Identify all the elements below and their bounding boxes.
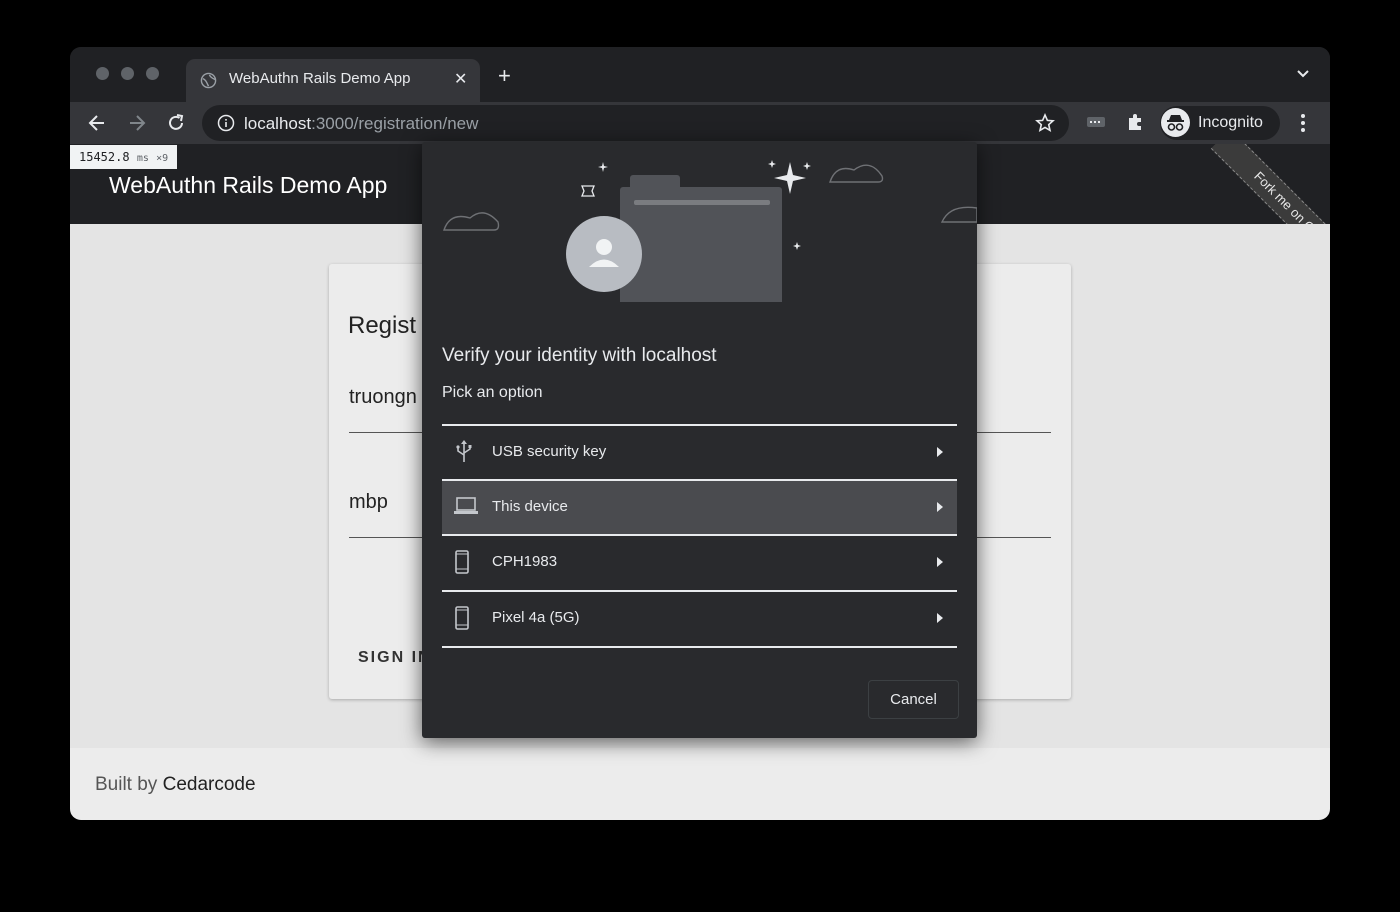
sign-in-link[interactable]: SIGN IN (358, 649, 432, 667)
back-arrow-icon[interactable] (86, 112, 108, 134)
timing-unit: ms (136, 153, 149, 164)
incognito-icon (1161, 108, 1190, 137)
option-divider (442, 646, 957, 648)
cancel-button[interactable]: Cancel (868, 680, 959, 719)
incognito-profile-button[interactable]: Incognito (1160, 106, 1280, 140)
timing-value: 15452.8 (79, 150, 130, 164)
timing-count: ×9 (156, 153, 169, 164)
option-label: USB security key (492, 443, 607, 460)
option-pixel-4a[interactable]: Pixel 4a (5G) (442, 592, 957, 645)
option-usb-security-key[interactable]: USB security key (442, 426, 957, 479)
extensions-puzzle-icon[interactable] (1125, 112, 1145, 132)
option-label: This device (492, 498, 568, 515)
url-host: localhost (244, 114, 312, 133)
arrow-right-icon (937, 502, 943, 512)
url-path: :3000/registration/new (311, 114, 479, 133)
reload-icon[interactable] (165, 112, 187, 134)
arrow-right-icon (937, 613, 943, 623)
nickname-field[interactable]: mbp (349, 491, 388, 514)
username-field[interactable]: truongn (349, 386, 417, 409)
new-tab-button[interactable]: + (498, 65, 511, 87)
globe-icon (200, 72, 217, 89)
timing-overlay: 15452.8 ms ×9 (70, 145, 178, 169)
dialog-title: Verify your identity with localhost (442, 345, 717, 366)
footer-prefix: Built by (95, 774, 163, 795)
phone-icon (455, 606, 469, 630)
arrow-right-icon (937, 557, 943, 567)
option-label: Pixel 4a (5G) (492, 609, 580, 626)
info-icon[interactable] (217, 114, 235, 132)
close-window-button[interactable] (96, 67, 109, 80)
option-label: CPH1983 (492, 553, 558, 570)
zoom-window-button[interactable] (146, 67, 159, 80)
footer-text: Built by Cedarcode (95, 774, 256, 796)
webauthn-dialog: Verify your identity with localhost Pick… (422, 142, 977, 738)
title-bar: WebAuthn Rails Demo App ✕ + (70, 47, 1330, 102)
browser-tab[interactable]: WebAuthn Rails Demo App ✕ (186, 59, 480, 102)
arrow-right-icon (937, 447, 943, 457)
usb-icon (456, 440, 472, 462)
registration-heading: Regist (348, 312, 417, 339)
tab-close-icon[interactable]: ✕ (454, 69, 467, 89)
address-bar[interactable]: localhost:3000/registration/new (202, 105, 1069, 141)
phone-icon (455, 550, 469, 574)
bookmark-star-icon[interactable] (1035, 113, 1055, 133)
option-this-device[interactable]: This device (442, 481, 957, 534)
page-footer: Built by Cedarcode (70, 748, 1330, 820)
security-illustration (443, 160, 977, 302)
tab-search-chevron-icon[interactable] (1296, 69, 1310, 79)
minimize-window-button[interactable] (121, 67, 134, 80)
app-title[interactable]: WebAuthn Rails Demo App (109, 172, 387, 199)
cedarcode-link[interactable]: Cedarcode (163, 774, 256, 795)
option-cph1983[interactable]: CPH1983 (442, 536, 957, 589)
kebab-menu-icon[interactable] (1298, 112, 1308, 134)
browser-toolbar: localhost:3000/registration/new Incognit… (70, 102, 1330, 144)
laptop-icon (454, 497, 478, 514)
forward-arrow-icon[interactable] (126, 112, 148, 134)
incognito-label: Incognito (1198, 114, 1263, 131)
url-text[interactable]: localhost:3000/registration/new (244, 114, 478, 134)
tab-title: WebAuthn Rails Demo App (229, 70, 411, 87)
password-manager-icon[interactable] (1086, 112, 1106, 132)
dialog-subtitle: Pick an option (442, 384, 543, 401)
